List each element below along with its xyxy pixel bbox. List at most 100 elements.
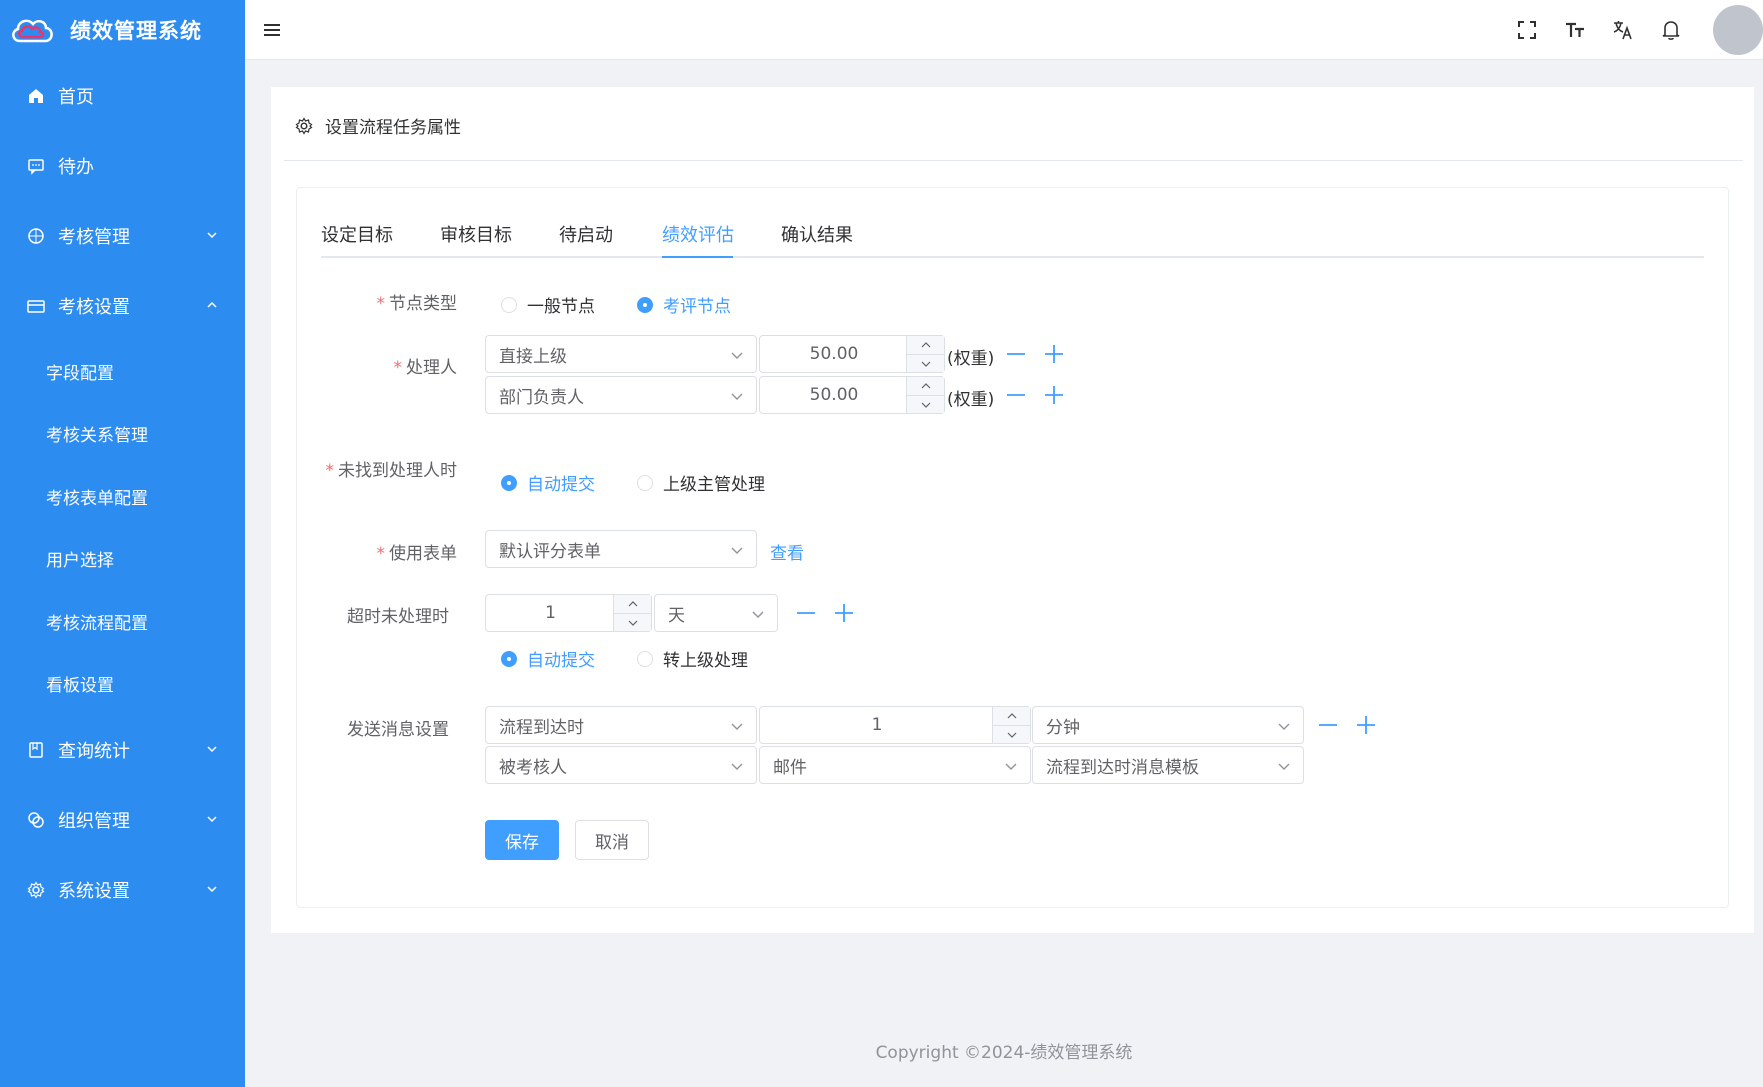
radio-circle [501, 650, 517, 667]
sidebar-item-assessment[interactable]: 考核管理 [0, 206, 245, 266]
plus-icon[interactable] [1043, 384, 1065, 406]
form-select[interactable]: 默认评分表单 [485, 530, 757, 568]
sidebar-subitem-dashboard[interactable]: 看板设置 [0, 655, 245, 711]
message-template-select[interactable]: 流程到达时消息模板 [1032, 746, 1304, 784]
timeout-value-input[interactable]: 1 [485, 594, 652, 632]
card-icon [26, 296, 46, 316]
sidebar-item-label: 考核管理 [58, 227, 130, 248]
minus-icon[interactable] [1005, 384, 1027, 406]
translate-icon[interactable] [1611, 18, 1635, 42]
cloud-logo-icon [12, 19, 53, 43]
radio-label: 转上级处理 [663, 651, 748, 671]
sidebar-subitem-label: 考核关系管理 [46, 425, 148, 446]
select-value: 被考核人 [499, 757, 567, 778]
handler-label: * 处理人 [393, 358, 458, 378]
weight-input-1[interactable]: 50.00 [759, 335, 945, 373]
weight-input-2[interactable]: 50.00 [759, 376, 945, 414]
sidebar-item-home[interactable]: 首页 [0, 66, 245, 126]
tab-performance-eval[interactable]: 绩效评估 [662, 221, 734, 258]
sidebar-subitem-label: 考核流程配置 [46, 613, 148, 634]
view-form-link[interactable]: 查看 [770, 539, 804, 564]
increment-button[interactable] [907, 377, 944, 395]
message-trigger-select[interactable]: 流程到达时 [485, 706, 757, 744]
sidebar-subitem-form-config[interactable]: 考核表单配置 [0, 468, 245, 524]
radio-circle [637, 650, 653, 667]
timeout-unit-select[interactable]: 天 [654, 594, 778, 632]
footer-copyright: Copyright ©2024-绩效管理系统 [875, 1043, 1133, 1063]
message-channel-select[interactable]: 邮件 [759, 746, 1031, 784]
radio-circle [637, 474, 653, 491]
font-size-icon[interactable] [1563, 18, 1587, 42]
message-unit-select[interactable]: 分钟 [1032, 706, 1304, 744]
chevron-down-icon [207, 886, 217, 893]
minus-icon[interactable] [1005, 343, 1027, 365]
message-target-select[interactable]: 被考核人 [485, 746, 757, 784]
brand[interactable]: 绩效管理系统 [0, 0, 245, 60]
avatar[interactable] [1713, 5, 1763, 55]
sidebar-item-org[interactable]: 组织管理 [0, 790, 245, 850]
sidebar-subitem-label: 考核表单配置 [46, 488, 148, 509]
radio-label: 上级主管处理 [663, 475, 765, 495]
sidebar-item-system[interactable]: 系统设置 [0, 860, 245, 920]
tab-set-goal[interactable]: 设定目标 [321, 221, 393, 258]
decrement-button[interactable] [907, 354, 944, 372]
radio-circle [501, 296, 517, 313]
sidebar-item-settings-assessment[interactable]: 考核设置 [0, 276, 245, 336]
sidebar-subitem-field-config[interactable]: 字段配置 [0, 343, 245, 399]
sidebar-subitem-user-select[interactable]: 用户选择 [0, 530, 245, 586]
select-value: 流程到达时 [499, 717, 584, 738]
increment-button[interactable] [907, 336, 944, 354]
plus-icon[interactable] [833, 602, 855, 624]
handler-select-2[interactable]: 部门负责人 [485, 376, 757, 414]
number-value: 50.00 [809, 385, 859, 405]
radio-circle [637, 296, 653, 313]
use-form-label: * 使用表单 [376, 544, 458, 564]
chevron-down-icon [1278, 763, 1290, 770]
radio-normal-node[interactable]: 一般节点 [501, 292, 595, 317]
plus-icon[interactable] [1355, 714, 1377, 736]
radio-timeout-auto-submit[interactable]: 自动提交 [501, 646, 595, 671]
minus-icon[interactable] [1317, 714, 1339, 736]
select-value: 流程到达时消息模板 [1046, 757, 1199, 778]
increment-button[interactable] [993, 707, 1030, 725]
chevron-down-icon [207, 816, 217, 823]
fullscreen-icon[interactable] [1515, 18, 1539, 42]
radio-transfer-supervisor[interactable]: 转上级处理 [637, 646, 748, 671]
panel-title: 设置流程任务属性 [325, 118, 461, 138]
increment-button[interactable] [614, 595, 651, 613]
gear-icon [26, 880, 46, 900]
message-delay-input[interactable]: 1 [759, 706, 1031, 744]
not-found-label: * 未找到处理人时 [325, 461, 458, 481]
minus-icon[interactable] [795, 602, 817, 624]
number-value: 1 [871, 715, 883, 735]
sidebar-subitem-relation[interactable]: 考核关系管理 [0, 405, 245, 461]
hamburger-menu-icon[interactable] [261, 19, 283, 41]
decrement-button[interactable] [993, 725, 1030, 743]
main-panel: 设置流程任务属性 设定目标 审核目标 待启动 绩效评估 确认结果 * 节点类型 一… [271, 87, 1754, 933]
active-tab-indicator [662, 256, 733, 258]
select-value: 部门负责人 [499, 387, 584, 408]
save-button[interactable]: 保存 [485, 820, 559, 860]
sidebar-subitem-label: 字段配置 [46, 363, 114, 384]
decrement-button[interactable] [614, 613, 651, 631]
tab-review-goal[interactable]: 审核目标 [440, 221, 512, 258]
sidebar-subitem-label: 看板设置 [46, 675, 114, 696]
bell-icon[interactable] [1659, 18, 1683, 42]
decrement-button[interactable] [907, 395, 944, 413]
tab-confirm-result[interactable]: 确认结果 [781, 221, 853, 258]
radio-supervisor-handle[interactable]: 上级主管处理 [637, 470, 765, 495]
tab-pending-start[interactable]: 待启动 [559, 221, 613, 258]
handler-select-1[interactable]: 直接上级 [485, 335, 757, 373]
cancel-button[interactable]: 取消 [575, 820, 649, 860]
divider [284, 160, 1743, 161]
radio-eval-node[interactable]: 考评节点 [637, 292, 731, 317]
chevron-up-icon [207, 301, 217, 308]
sidebar-item-todo[interactable]: 待办 [0, 136, 245, 196]
radio-auto-submit[interactable]: 自动提交 [501, 470, 595, 495]
sidebar-subitem-flow-config[interactable]: 考核流程配置 [0, 593, 245, 649]
stepper [906, 336, 944, 372]
radio-label: 自动提交 [527, 651, 595, 671]
sidebar-item-query[interactable]: 查询统计 [0, 720, 245, 780]
number-value: 50.00 [809, 344, 859, 364]
plus-icon[interactable] [1043, 343, 1065, 365]
